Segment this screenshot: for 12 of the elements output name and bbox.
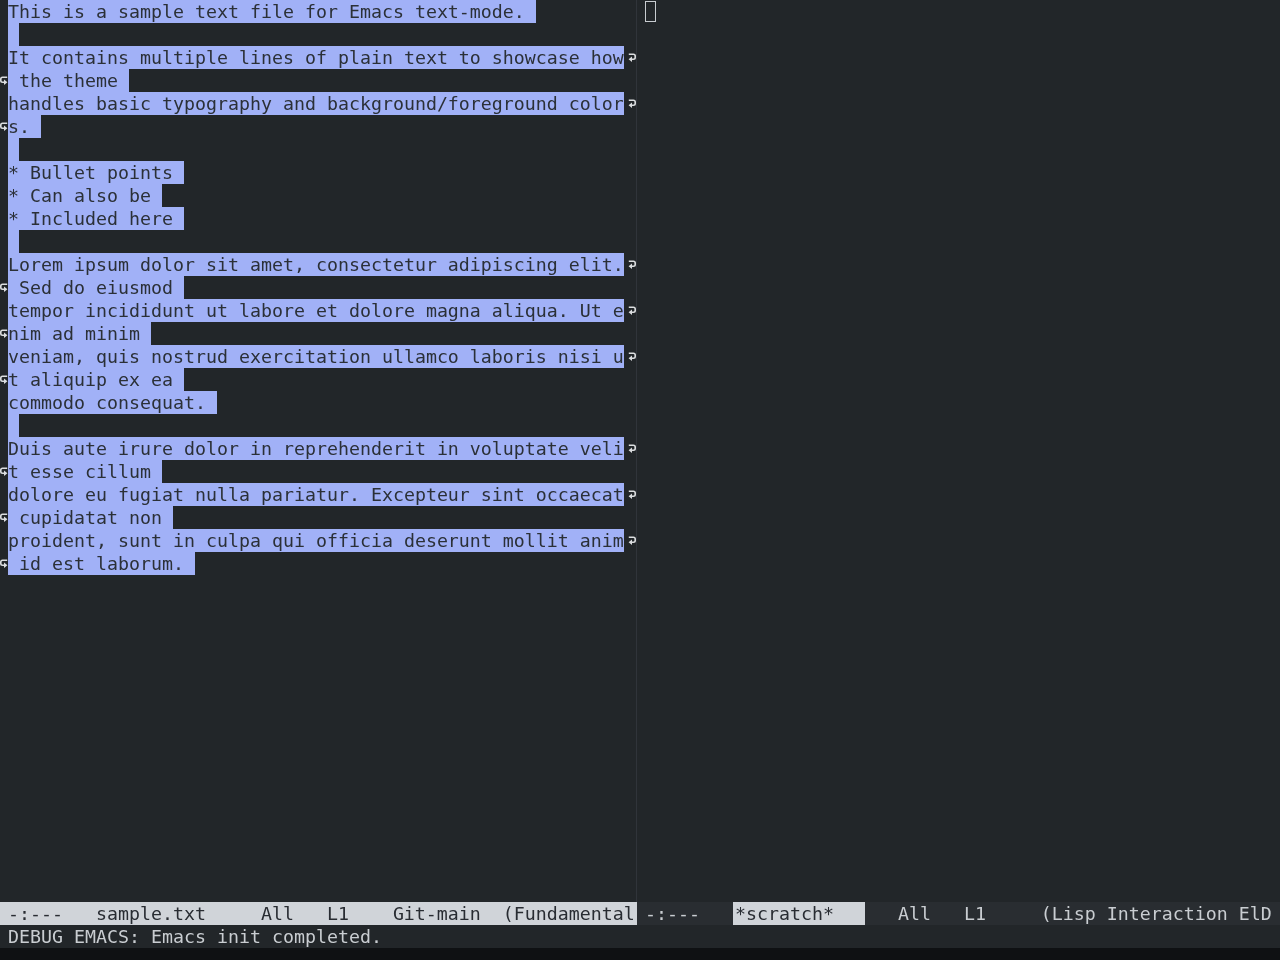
scroll-position: All <box>897 902 931 925</box>
buffer-name: *scratch* <box>732 902 865 925</box>
vc-branch: Git-main <box>392 902 481 925</box>
line-number: L1 <box>963 902 986 925</box>
major-mode: (Lisp Interaction ElD <box>1040 902 1272 925</box>
line-number: L1 <box>326 902 349 925</box>
buffer-state: -:--- <box>645 902 700 925</box>
echo-message: DEBUG EMACS: Emacs init completed. <box>8 925 382 948</box>
buffer-state: -:--- <box>8 902 63 925</box>
scroll-position: All <box>260 902 294 925</box>
major-mode: (Fundamental <box>502 902 635 925</box>
buffer-name: sample.txt <box>95 902 206 925</box>
